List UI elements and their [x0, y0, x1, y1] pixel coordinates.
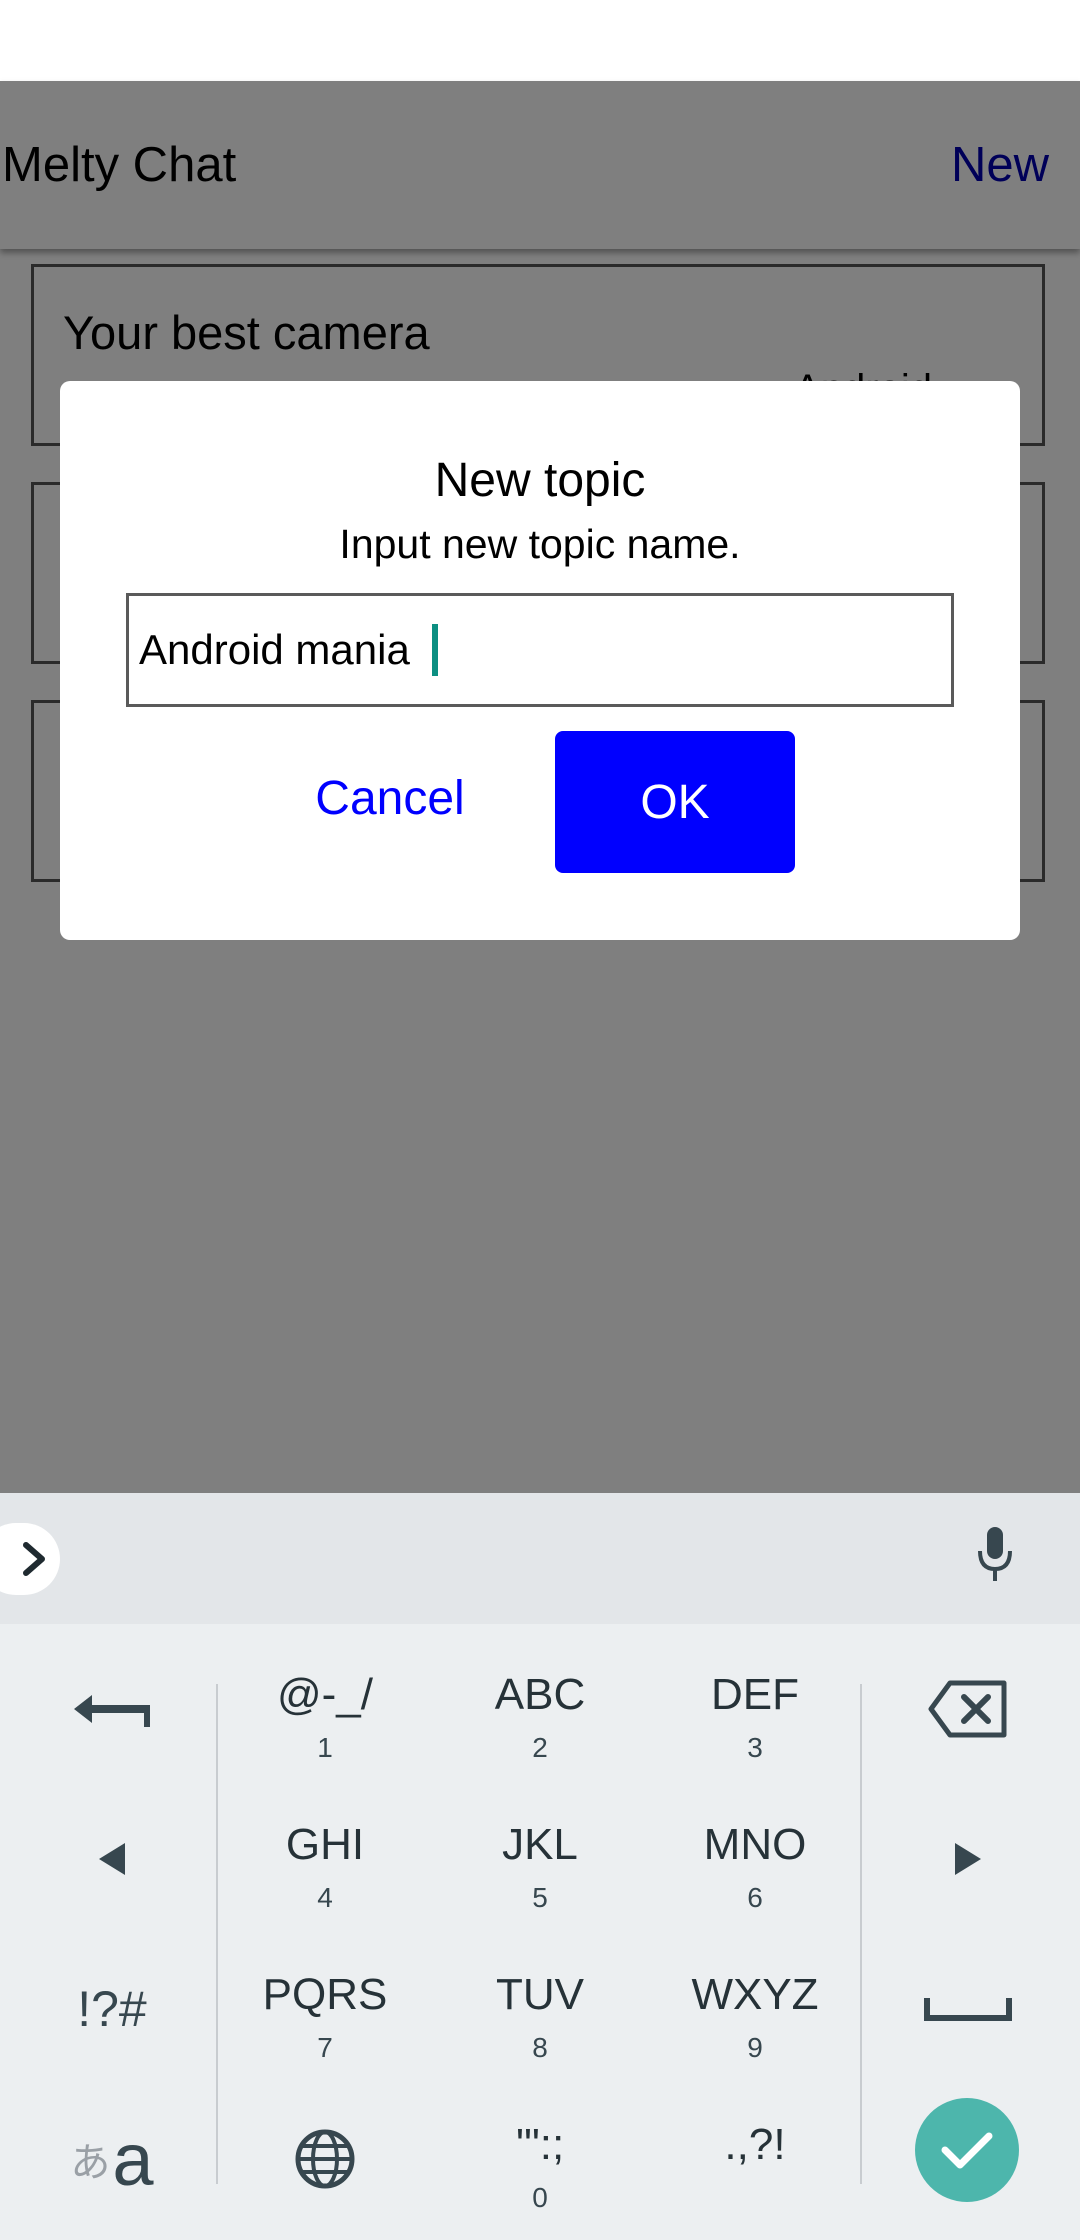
key-0[interactable]: '":; 0 [440, 2084, 640, 2234]
topic-name-input[interactable]: Android mania [126, 593, 954, 707]
space-key[interactable] [868, 1934, 1068, 2084]
dialog-title: New topic [434, 454, 646, 507]
key-3[interactable]: DEF 3 [655, 1634, 855, 1784]
chevron-right-icon [23, 1542, 45, 1576]
key-9[interactable]: WXYZ 9 [655, 1934, 855, 2084]
latin-label: a [112, 2117, 154, 2201]
key-1[interactable]: @-_/ 1 [225, 1634, 425, 1784]
backspace-key[interactable] [868, 1634, 1068, 1784]
key-sub-label: 6 [747, 1882, 763, 1913]
key-sub-label: 3 [747, 1732, 763, 1763]
key-sub-label: 0 [532, 2182, 548, 2213]
key-label: @-_/ [276, 1670, 373, 1719]
key-sub-label: 2 [532, 1732, 548, 1763]
key-label: PQRS [262, 1970, 388, 2019]
new-topic-dialog: New topic Input new topic name. Android … [60, 381, 1020, 940]
key-sub-label: 7 [317, 2032, 333, 2063]
status-bar [0, 0, 1080, 81]
voice-input-button[interactable] [975, 1525, 1015, 1590]
arrow-left-icon [74, 1695, 150, 1727]
text-caret [431, 624, 438, 676]
enter-key[interactable] [915, 2098, 1019, 2202]
triangle-right-icon [955, 1843, 981, 1875]
key-label: DEF [711, 1670, 799, 1719]
soft-keyboard: !?# あ a @-_/ 1 ABC 2 DEF 3 GHI 4 JKL 5 M… [0, 1493, 1080, 2240]
key-label: TUV [496, 1970, 584, 2019]
undo-key[interactable] [12, 1634, 212, 1784]
cancel-button[interactable]: Cancel [280, 727, 500, 869]
key-7[interactable]: PQRS 7 [225, 1934, 425, 2084]
symbols-key[interactable]: !?# [12, 1934, 212, 2084]
kana-label: あ [70, 2141, 111, 2185]
symbols-key-label: !?# [77, 1981, 147, 2037]
key-sub-label: 8 [532, 2032, 548, 2063]
key-label: JKL [502, 1820, 578, 1869]
input-mode-key[interactable]: あ a [12, 2084, 212, 2234]
key-label: WXYZ [691, 1970, 819, 2019]
key-sub-label: 4 [317, 1882, 333, 1913]
key-sub-label: 9 [747, 2032, 763, 2063]
ok-button[interactable]: OK [555, 731, 795, 873]
microphone-icon [978, 1527, 1012, 1581]
topic-name-value: Android mania [139, 626, 422, 673]
language-key[interactable] [225, 2084, 425, 2234]
check-icon [941, 2132, 993, 2169]
key-label: GHI [285, 1820, 365, 1869]
key-4[interactable]: GHI 4 [225, 1784, 425, 1934]
triangle-left-icon [99, 1843, 125, 1875]
cursor-right-key[interactable] [868, 1784, 1068, 1934]
expand-toolbar-button[interactable] [0, 1523, 60, 1595]
space-icon [924, 1998, 1012, 2021]
key-5[interactable]: JKL 5 [440, 1784, 640, 1934]
key-sub-label: 1 [317, 1732, 333, 1763]
key-label: '":; [515, 2120, 565, 2169]
keyboard-divider [216, 1684, 218, 2184]
cursor-left-key[interactable] [12, 1784, 212, 1934]
keyboard-divider [860, 1684, 862, 2184]
backspace-icon [928, 1680, 1007, 1738]
keyboard-suggestion-bar [0, 1493, 1080, 1624]
key-label: ABC [494, 1670, 586, 1719]
key-label: .,?! [724, 2120, 786, 2169]
key-punctuation[interactable]: .,?! [655, 2084, 855, 2234]
key-8[interactable]: TUV 8 [440, 1934, 640, 2084]
key-6[interactable]: MNO 6 [655, 1784, 855, 1934]
key-sub-label: 5 [532, 1882, 548, 1913]
key-label: MNO [703, 1820, 807, 1869]
globe-icon [295, 2129, 355, 2189]
dialog-message: Input new topic name. [339, 521, 741, 567]
key-2[interactable]: ABC 2 [440, 1634, 640, 1784]
